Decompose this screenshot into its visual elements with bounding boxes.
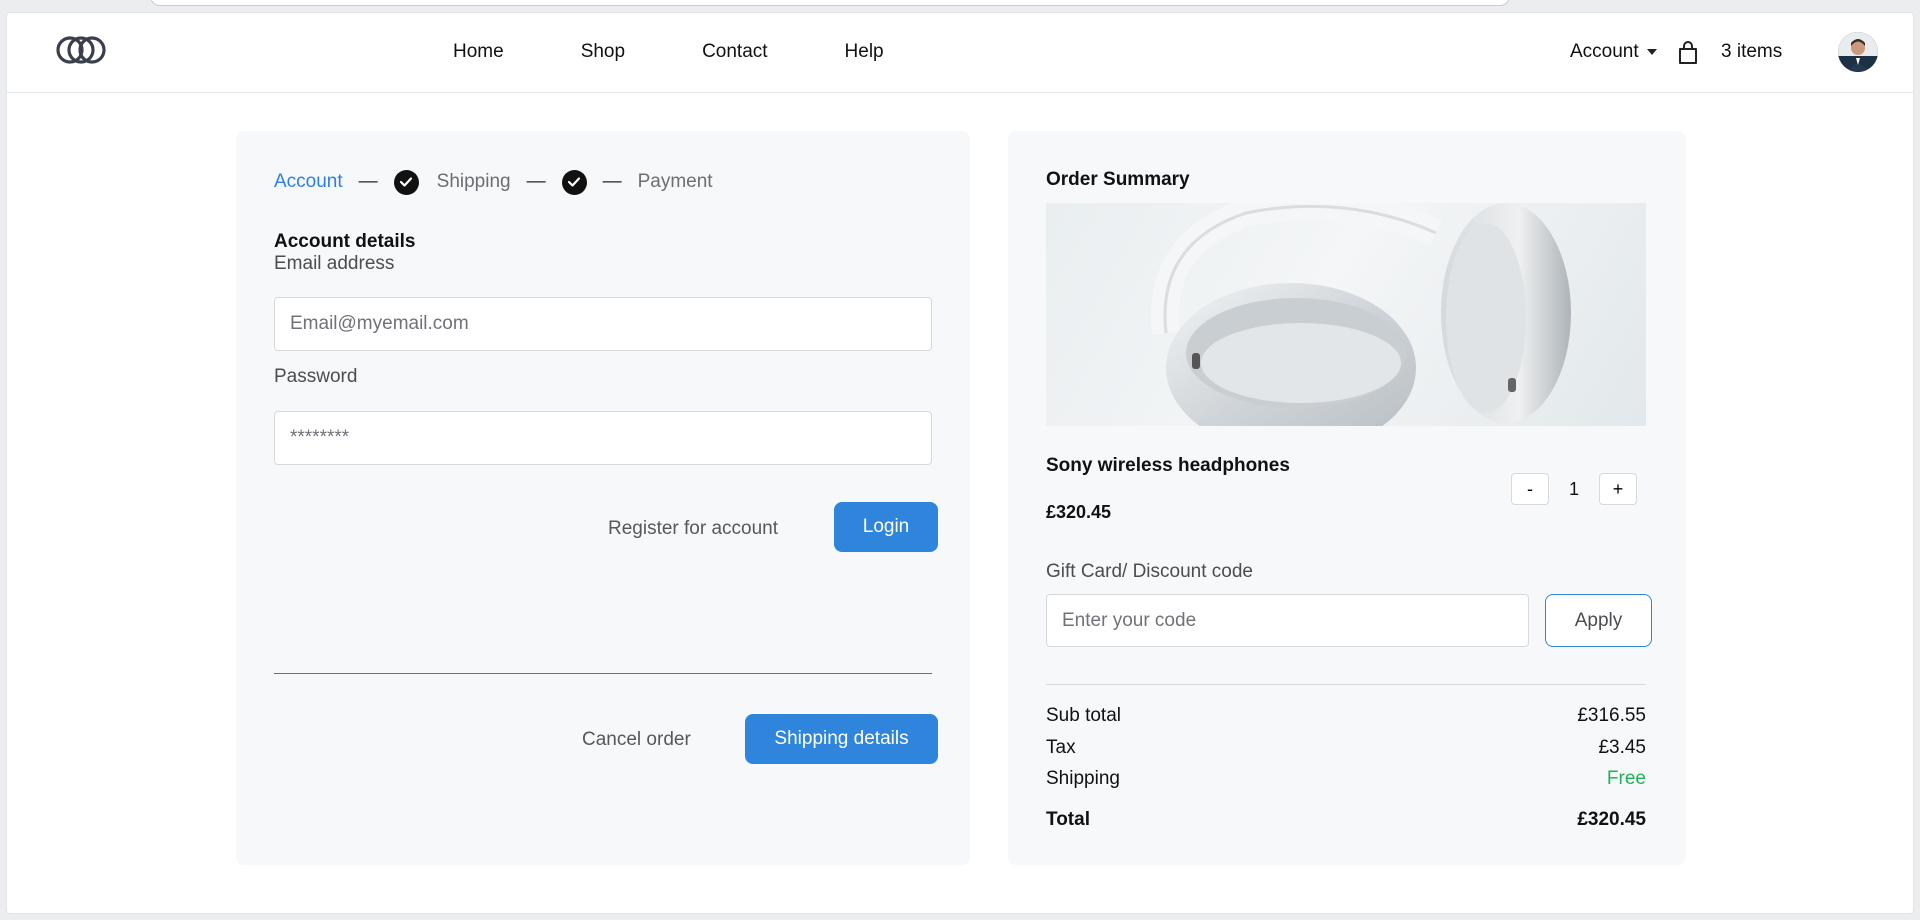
step-shipping[interactable]: Shipping: [437, 171, 511, 193]
subtotal-value: £316.55: [1577, 705, 1646, 726]
step-account[interactable]: Account: [274, 171, 343, 193]
product-image: [1046, 203, 1646, 426]
tax-label: Tax: [1046, 737, 1076, 758]
chevron-down-icon: [1646, 49, 1657, 55]
main-nav: Home Shop Contact Help: [453, 40, 961, 64]
shopping-bag-icon[interactable]: [1677, 41, 1699, 65]
discount-code-label: Gift Card/ Discount code: [1046, 561, 1253, 582]
shipping-value: Free: [1606, 768, 1646, 789]
logo-icon[interactable]: [55, 33, 107, 67]
subtotal-row: Sub total £316.55: [1046, 705, 1646, 727]
subtotal-label: Sub total: [1046, 705, 1121, 726]
checkout-panel: Account — Shipping — — Payment Account d…: [236, 131, 970, 865]
apply-code-button[interactable]: Apply: [1545, 594, 1652, 647]
step-payment[interactable]: Payment: [638, 171, 713, 193]
check-icon: [393, 169, 419, 195]
summary-divider: [1046, 684, 1646, 685]
cart-count[interactable]: 3 items: [1721, 40, 1782, 64]
step-separator: —: [526, 171, 546, 192]
password-label: Password: [274, 366, 358, 387]
nav-shop[interactable]: Shop: [581, 40, 625, 64]
shipping-details-button[interactable]: Shipping details: [745, 714, 938, 764]
account-menu[interactable]: Account: [1570, 40, 1657, 64]
shipping-row: Shipping Free: [1046, 768, 1646, 790]
email-label: Email address: [274, 253, 395, 274]
app-window: Home Shop Contact Help Account 3 items A…: [6, 12, 1914, 914]
nav-home[interactable]: Home: [453, 40, 504, 64]
top-header: Home Shop Contact Help Account 3 items: [7, 13, 1913, 93]
tax-value: £3.45: [1598, 737, 1646, 758]
section-title: Account details: [274, 231, 416, 252]
order-summary-panel: Order Summary Sony wireless headphones £…: [1008, 131, 1686, 865]
discount-code-input[interactable]: [1046, 594, 1529, 647]
product-name: Sony wireless headphones: [1046, 455, 1290, 476]
avatar[interactable]: [1838, 32, 1878, 72]
email-field[interactable]: [274, 297, 932, 351]
total-row: Total £320.45: [1046, 809, 1646, 831]
step-separator: —: [602, 171, 622, 192]
login-button[interactable]: Login: [834, 502, 938, 552]
total-label: Total: [1046, 809, 1090, 830]
nav-contact[interactable]: Contact: [702, 40, 767, 64]
step-separator: —: [358, 171, 378, 192]
order-summary-title: Order Summary: [1046, 169, 1190, 190]
avatar-image: [1838, 32, 1878, 72]
password-field[interactable]: [274, 411, 932, 465]
product-price: £320.45: [1046, 502, 1112, 522]
quantity-stepper: - 1 +: [1511, 473, 1637, 505]
check-icon: [561, 169, 587, 195]
divider: [274, 673, 932, 674]
account-label: Account: [1570, 41, 1639, 62]
register-button[interactable]: Register for account: [608, 514, 778, 544]
quantity-increment-button[interactable]: +: [1599, 473, 1637, 505]
checkout-steps: Account — Shipping — — Payment: [274, 169, 713, 195]
cancel-order-button[interactable]: Cancel order: [582, 725, 691, 755]
quantity-decrement-button[interactable]: -: [1511, 473, 1549, 505]
quantity-value: 1: [1568, 478, 1579, 499]
tax-row: Tax £3.45: [1046, 737, 1646, 759]
total-value: £320.45: [1577, 809, 1646, 830]
shipping-label: Shipping: [1046, 768, 1120, 789]
nav-help[interactable]: Help: [845, 40, 884, 64]
browser-url-bar: [150, 0, 1510, 6]
